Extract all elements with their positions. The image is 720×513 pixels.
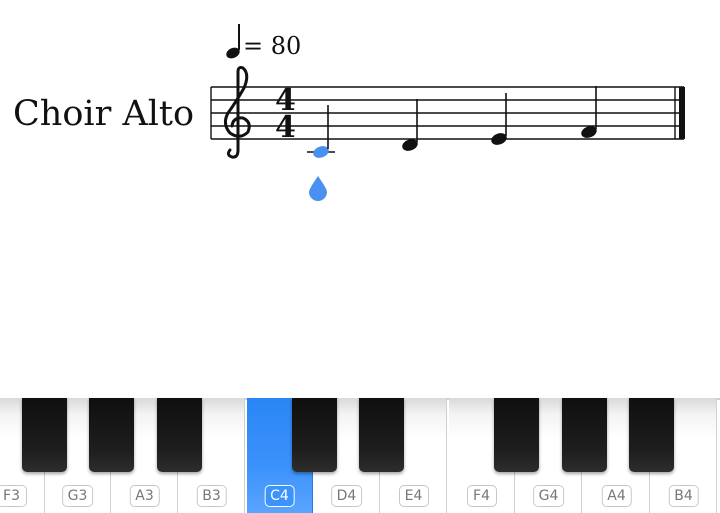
- piano-key-d-sharp-4[interactable]: [359, 398, 404, 472]
- key-label: A4: [601, 485, 632, 507]
- part-name[interactable]: Choir Alto: [13, 94, 194, 134]
- score-canvas[interactable]: = 80 Choir Alto 4 4: [0, 0, 720, 395]
- key-label: D4: [330, 485, 363, 507]
- key-label: E4: [398, 485, 429, 507]
- input-cursor-drop-icon[interactable]: [309, 176, 327, 201]
- key-label: B3: [196, 485, 227, 507]
- key-label: B4: [668, 485, 699, 507]
- piano-keyboard: F3 G3 A3 B3 C4 D4 E4 F4 G4 A4 B4: [0, 398, 720, 513]
- piano-key-g-sharp-4[interactable]: [562, 398, 607, 472]
- score-svg: = 80 Choir Alto 4 4: [13, 24, 685, 201]
- time-signature: 4 4: [275, 83, 296, 145]
- piano-key-g-sharp-3[interactable]: [89, 398, 134, 472]
- piano-key-f-sharp-3[interactable]: [22, 398, 67, 472]
- piano-key-a-sharp-4[interactable]: [629, 398, 674, 472]
- note-e4[interactable]: [490, 93, 509, 147]
- key-label: G4: [532, 485, 565, 507]
- key-label: G3: [61, 485, 94, 507]
- piano-key-a-sharp-3[interactable]: [157, 398, 202, 472]
- tempo-marking: = 80: [226, 24, 301, 60]
- key-label: C4: [264, 485, 295, 507]
- time-signature-denominator: 4: [275, 110, 296, 145]
- key-label: F4: [466, 485, 497, 507]
- tempo-value: = 80: [243, 32, 301, 60]
- key-label: F3: [0, 485, 27, 507]
- key-label: A3: [129, 485, 160, 507]
- piano-key-f-sharp-4[interactable]: [494, 398, 539, 472]
- piano-key-c-sharp-4[interactable]: [292, 398, 337, 472]
